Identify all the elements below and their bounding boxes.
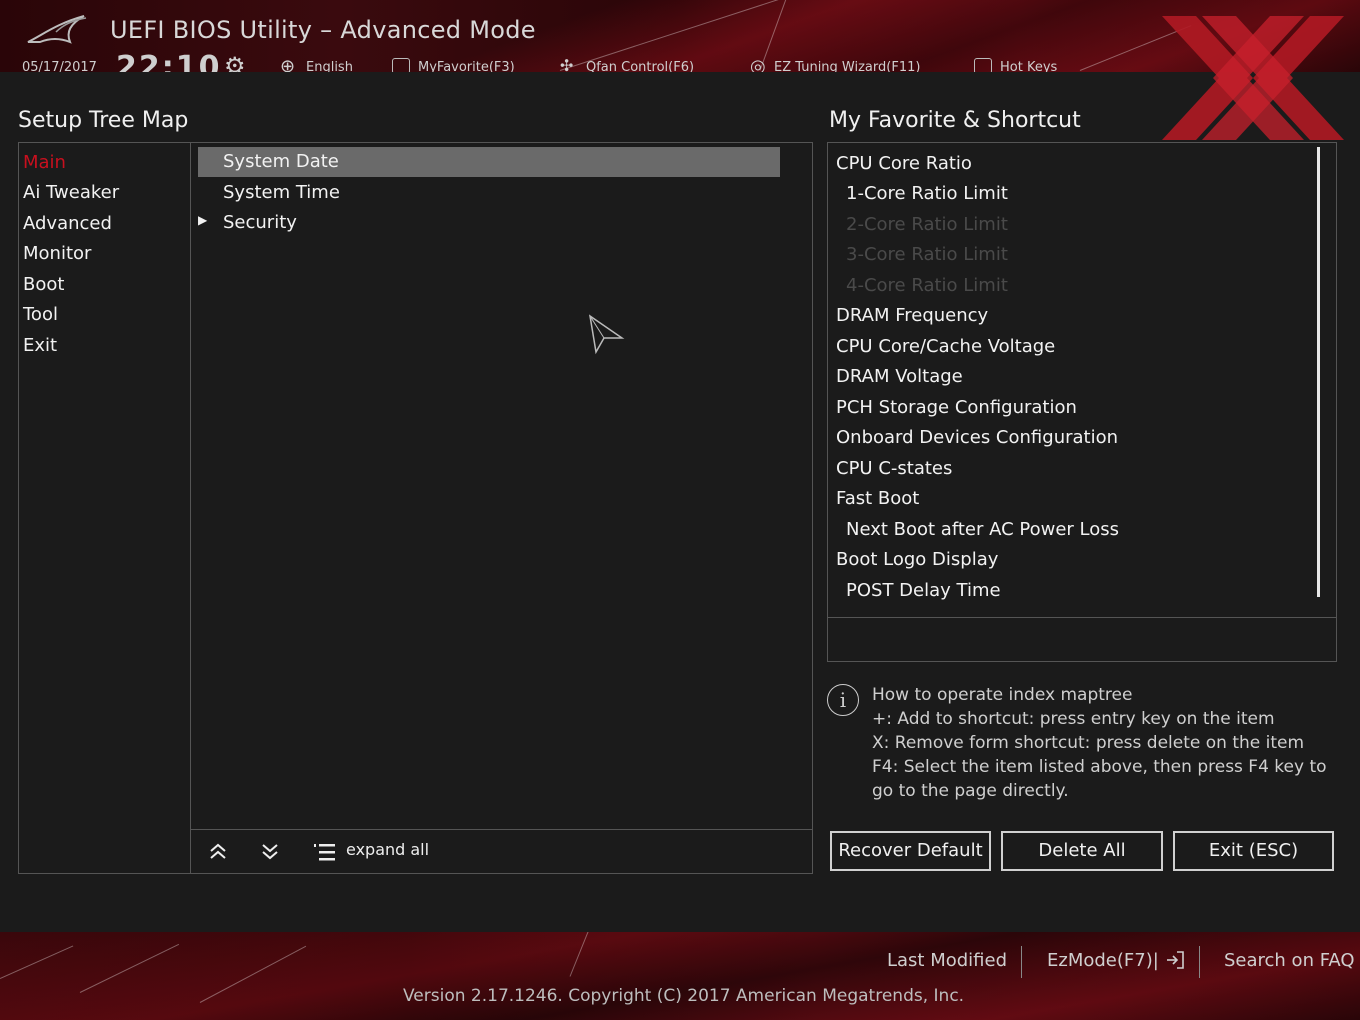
- favorites-list[interactable]: CPU Core Ratio 1-Core Ratio Limit 2-Core…: [828, 143, 1336, 617]
- tree-item-system-time[interactable]: System Time: [198, 178, 780, 208]
- favorite-item[interactable]: CPU Core/Cache Voltage: [836, 336, 1055, 357]
- hotkeys-icon: [974, 58, 992, 72]
- favorite-icon: [392, 58, 410, 72]
- decorative-line: [199, 945, 307, 1003]
- favorite-item[interactable]: CPU C-states: [836, 458, 952, 479]
- ez-tuning-wizard-button[interactable]: EZ Tuning Wizard(F11): [774, 60, 920, 72]
- expand-down-icon[interactable]: [260, 842, 280, 862]
- rog-logo: [27, 15, 87, 44]
- favorite-item[interactable]: DRAM Voltage: [836, 366, 963, 387]
- app-title: UEFI BIOS Utility – Advanced Mode: [110, 16, 536, 44]
- help-line: F4: Select the item listed above, then p…: [872, 757, 1327, 777]
- favorite-item[interactable]: Fast Boot: [836, 488, 919, 509]
- tree-menu-ai-tweaker[interactable]: Ai Tweaker: [23, 182, 119, 203]
- tree-menu-main[interactable]: Main: [23, 152, 66, 173]
- recover-default-button[interactable]: Recover Default: [830, 831, 991, 871]
- globe-icon[interactable]: ⊕: [280, 56, 295, 72]
- favorites-scrollbar[interactable]: [1317, 147, 1320, 597]
- ez-mode-button[interactable]: EzMode(F7)|: [1047, 950, 1185, 971]
- favorite-item-disabled: 4-Core Ratio Limit: [846, 275, 1008, 296]
- tree-menu-list: Main Ai Tweaker Advanced Monitor Boot To…: [19, 143, 191, 873]
- info-icon: i: [827, 684, 859, 716]
- footer-bar: Last Modified EzMode(F7)| Search on FAQ …: [0, 932, 1360, 1020]
- delete-all-button[interactable]: Delete All: [1001, 831, 1163, 871]
- title-bar: UEFI BIOS Utility – Advanced Mode 05/17/…: [0, 0, 1360, 72]
- expand-arrow-icon[interactable]: ▶: [198, 213, 207, 227]
- hotkeys-button[interactable]: Hot Keys: [1000, 60, 1057, 72]
- decorative-line: [569, 932, 590, 977]
- favorite-item[interactable]: POST Delay Time: [846, 580, 1001, 601]
- favorite-item[interactable]: Next Boot after AC Power Loss: [846, 519, 1119, 540]
- tree-toolbar: expand all: [190, 829, 812, 874]
- exit-button[interactable]: Exit (ESC): [1173, 831, 1334, 871]
- fan-icon: ✣: [560, 56, 574, 72]
- tree-menu-monitor[interactable]: Monitor: [23, 243, 91, 264]
- tree-item-label: System Date: [223, 151, 339, 172]
- search-faq-button[interactable]: Search on FAQ: [1224, 950, 1355, 971]
- status-strip: 05/17/2017 22:10 ⚙ ⊕ English MyFavorite(…: [22, 54, 1122, 72]
- favorite-item[interactable]: CPU Core Ratio: [836, 153, 972, 174]
- help-line: +: Add to shortcut: press entry key on t…: [872, 709, 1275, 729]
- help-line: go to the page directly.: [872, 781, 1069, 801]
- tree-menu-tool[interactable]: Tool: [23, 304, 58, 325]
- expand-all-button[interactable]: expand all: [346, 840, 429, 859]
- help-line: X: Remove form shortcut: press delete on…: [872, 733, 1305, 753]
- footer-divider: [1021, 946, 1022, 978]
- expand-all-icon[interactable]: [314, 842, 336, 862]
- favorites-footer: [828, 617, 1336, 662]
- favorite-item[interactable]: DRAM Frequency: [836, 305, 988, 326]
- favorites-panel: CPU Core Ratio 1-Core Ratio Limit 2-Core…: [827, 142, 1337, 662]
- clock-display: 22:10: [116, 54, 222, 72]
- my-favorite-button[interactable]: MyFavorite(F3): [418, 60, 515, 72]
- favorites-heading: My Favorite & Shortcut: [829, 108, 1081, 133]
- tree-item-label: System Time: [223, 182, 340, 203]
- gear-icon[interactable]: ⚙: [224, 54, 246, 72]
- tree-menu-advanced[interactable]: Advanced: [23, 213, 112, 234]
- help-title: How to operate index maptree: [872, 685, 1133, 705]
- tree-item-system-date[interactable]: System Date: [198, 147, 780, 177]
- date-display: 05/17/2017: [22, 60, 97, 72]
- tree-menu-boot[interactable]: Boot: [23, 274, 64, 295]
- exit-arrow-icon: [1165, 951, 1185, 969]
- tree-map-heading: Setup Tree Map: [18, 108, 189, 133]
- favorite-item-disabled: 3-Core Ratio Limit: [846, 244, 1008, 265]
- favorite-item[interactable]: 1-Core Ratio Limit: [846, 183, 1008, 204]
- tree-menu-exit[interactable]: Exit: [23, 335, 57, 356]
- decorative-line: [79, 943, 180, 993]
- footer-divider: [1199, 946, 1200, 978]
- mouse-pointer-icon: [588, 314, 625, 355]
- tree-items-pane: System Date System Time ▶ Security expan…: [190, 143, 812, 873]
- version-copyright: Version 2.17.1246. Copyright (C) 2017 Am…: [403, 986, 965, 1006]
- ez-mode-label: EzMode(F7)|: [1047, 950, 1159, 971]
- favorite-item[interactable]: Onboard Devices Configuration: [836, 427, 1118, 448]
- qfan-control-button[interactable]: Qfan Control(F6): [586, 60, 694, 72]
- setup-tree-panel: Main Ai Tweaker Advanced Monitor Boot To…: [18, 142, 813, 874]
- favorite-item[interactable]: Boot Logo Display: [836, 549, 998, 570]
- favorite-item[interactable]: PCH Storage Configuration: [836, 397, 1077, 418]
- collapse-up-icon[interactable]: [208, 842, 228, 862]
- favorite-item-disabled: 2-Core Ratio Limit: [846, 214, 1008, 235]
- last-modified-button[interactable]: Last Modified: [887, 950, 1007, 971]
- language-selector[interactable]: English: [306, 60, 353, 72]
- decorative-line: [0, 945, 74, 979]
- wizard-icon: ◎: [750, 56, 766, 72]
- tree-item-security[interactable]: ▶ Security: [198, 208, 780, 238]
- tree-item-label: Security: [223, 212, 297, 233]
- brand-watermark-logo: [1162, 16, 1344, 140]
